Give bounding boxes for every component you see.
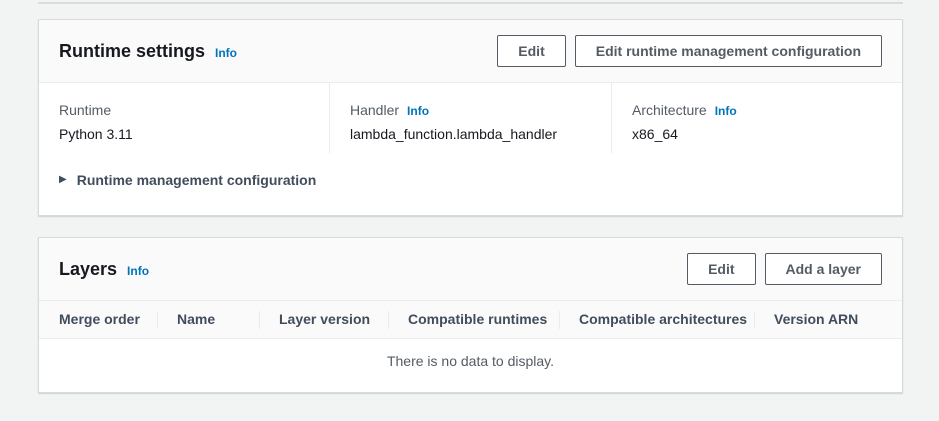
column-header-name: Name — [157, 311, 259, 328]
column-header-merge-order: Merge order — [39, 311, 157, 328]
runtime-settings-fields: Runtime Python 3.11 Handler Info lambda_… — [39, 83, 902, 153]
handler-field-label: Handler — [350, 101, 399, 119]
caret-right-icon: ▶ — [59, 175, 67, 185]
handler-field-value: lambda_function.lambda_handler — [350, 125, 595, 143]
handler-field: Handler Info lambda_function.lambda_hand… — [329, 83, 611, 153]
architecture-field-label: Architecture — [632, 101, 707, 119]
column-header-compatible-runtimes: Compatible runtimes — [388, 311, 559, 328]
layers-card: Layers Info Edit Add a layer Merge order… — [38, 237, 903, 393]
architecture-field: Architecture Info x86_64 — [611, 83, 902, 153]
layers-table-empty-state: There is no data to display. — [39, 339, 902, 392]
runtime-settings-title-group: Runtime settings Info — [59, 40, 237, 62]
page-content: Runtime settings Info Edit Edit runtime … — [0, 2, 939, 421]
runtime-field-value: Python 3.11 — [59, 125, 313, 143]
edit-runtime-settings-button[interactable]: Edit — [497, 35, 565, 67]
runtime-management-configuration-expander-label: Runtime management configuration — [77, 171, 317, 189]
runtime-settings-title: Runtime settings — [59, 40, 205, 62]
runtime-settings-actions: Edit Edit runtime management configurati… — [497, 35, 882, 67]
runtime-settings-info-link[interactable]: Info — [215, 46, 237, 60]
runtime-field-label-row: Runtime — [59, 101, 313, 119]
architecture-info-link[interactable]: Info — [715, 104, 737, 118]
layers-title: Layers — [59, 258, 117, 280]
layers-info-link[interactable]: Info — [127, 264, 149, 278]
column-header-compatible-architectures: Compatible architectures — [559, 311, 754, 328]
handler-info-link[interactable]: Info — [407, 104, 429, 118]
column-header-layer-version: Layer version — [259, 311, 388, 328]
runtime-settings-header: Runtime settings Info Edit Edit runtime … — [39, 20, 902, 83]
layers-title-group: Layers Info — [59, 258, 149, 280]
runtime-settings-body: Runtime Python 3.11 Handler Info lambda_… — [39, 83, 902, 215]
architecture-field-label-row: Architecture Info — [632, 101, 886, 119]
layers-header: Layers Info Edit Add a layer — [39, 238, 902, 301]
layers-actions: Edit Add a layer — [687, 253, 882, 285]
add-a-layer-button[interactable]: Add a layer — [765, 253, 882, 285]
handler-field-label-row: Handler Info — [350, 101, 595, 119]
previous-section-divider — [38, 2, 903, 4]
column-header-version-arn: Version ARN — [754, 311, 902, 328]
empty-state-message: There is no data to display. — [387, 353, 554, 369]
runtime-field: Runtime Python 3.11 — [39, 83, 329, 153]
layers-table-header: Merge order Name Layer version Compatibl… — [39, 301, 902, 339]
runtime-field-label: Runtime — [59, 101, 111, 119]
architecture-field-value: x86_64 — [632, 125, 886, 143]
runtime-management-configuration-expander[interactable]: ▶ Runtime management configuration — [39, 153, 902, 215]
edit-runtime-management-configuration-button[interactable]: Edit runtime management configuration — [575, 35, 882, 67]
edit-layers-button[interactable]: Edit — [687, 253, 755, 285]
runtime-settings-card: Runtime settings Info Edit Edit runtime … — [38, 19, 903, 216]
